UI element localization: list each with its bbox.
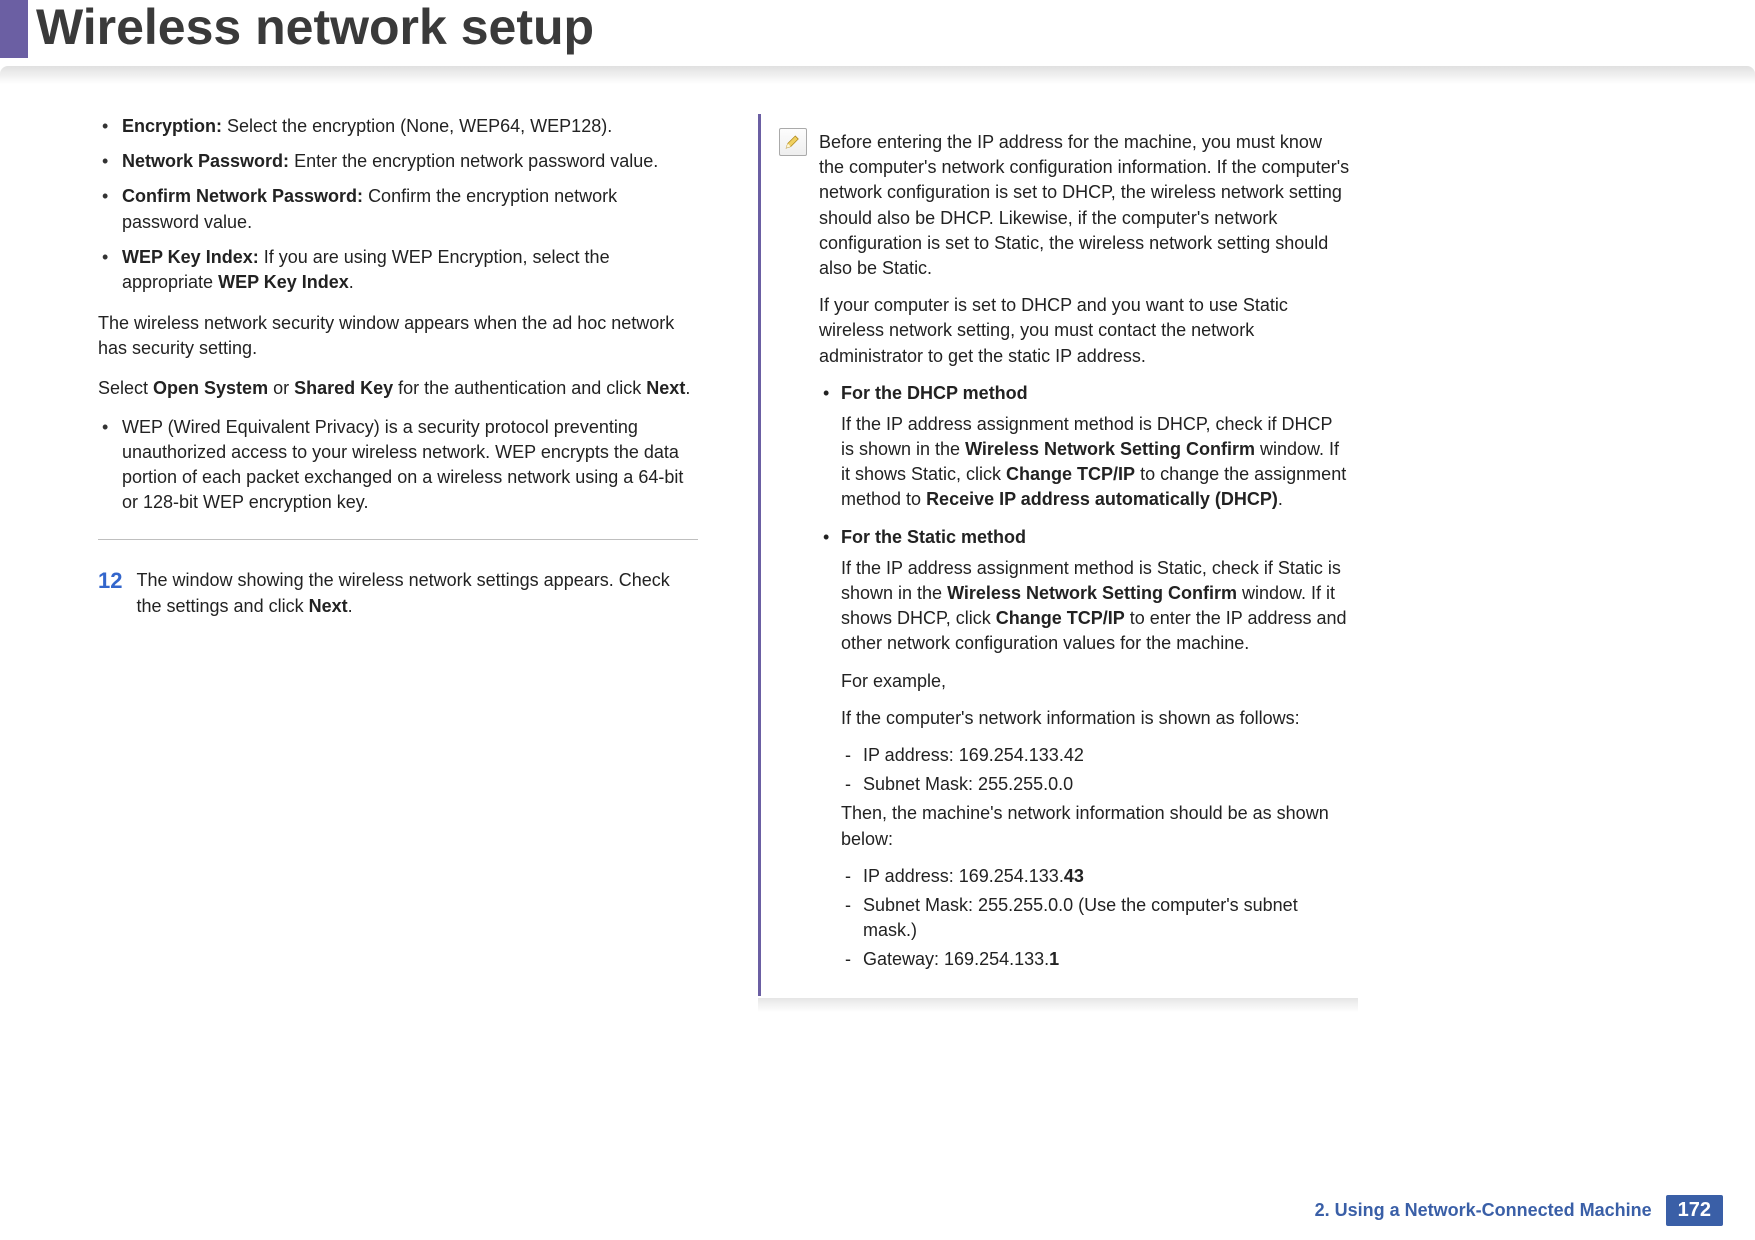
page-footer: 2. Using a Network-Connected Machine 172: [1315, 1195, 1723, 1226]
auth-select-paragraph: Select Open System or Shared Key for the…: [98, 376, 698, 401]
bold-next: Next: [646, 378, 685, 398]
computer-network-info: IP address: 169.254.133.42 Subnet Mask: …: [819, 743, 1350, 797]
bold-ip-last-octet: 43: [1064, 866, 1084, 886]
text: The window showing the wireless network …: [136, 570, 669, 615]
text: IP address: 169.254.133.: [863, 866, 1064, 886]
list-item: WEP (Wired Equivalent Privacy) is a secu…: [98, 415, 698, 516]
bold-open-system: Open System: [153, 378, 268, 398]
dhcp-method-title: For the DHCP method: [841, 383, 1028, 403]
wep-description-list: WEP (Wired Equivalent Privacy) is a secu…: [98, 415, 698, 516]
pencil-note-icon: [784, 133, 802, 151]
then-paragraph: Then, the machine's network information …: [819, 801, 1350, 851]
page-title: Wireless network setup: [36, 0, 594, 52]
bold-wns-confirm: Wireless Network Setting Confirm: [965, 439, 1255, 459]
section-divider: [98, 539, 698, 540]
page-header: Wireless network setup: [0, 0, 1755, 78]
option-bold-tail: WEP Key Index: [218, 272, 349, 292]
bold-next: Next: [309, 596, 348, 616]
static-method-text: If the IP address assignment method is S…: [819, 556, 1350, 657]
bold-change-tcpip: Change TCP/IP: [996, 608, 1125, 628]
option-label: WEP Key Index:: [122, 247, 259, 267]
footer-chapter-label: 2. Using a Network-Connected Machine: [1315, 1200, 1652, 1221]
bold-change-tcpip: Change TCP/IP: [1006, 464, 1135, 484]
step-text: The window showing the wireless network …: [136, 568, 698, 618]
list-item: Encryption: Select the encryption (None,…: [98, 114, 698, 139]
note-box-shadow: [758, 998, 1358, 1012]
footer-page-number: 172: [1666, 1195, 1723, 1226]
text: .: [685, 378, 690, 398]
bold-wns-confirm: Wireless Network Setting Confirm: [947, 583, 1237, 603]
option-text-post: .: [349, 272, 354, 292]
step-number: 12: [98, 568, 122, 618]
text: .: [1278, 489, 1283, 509]
list-item: Subnet Mask: 255.255.0.0: [841, 772, 1350, 797]
note-intro-1: Before entering the IP address for the m…: [819, 130, 1350, 281]
security-options-list: Encryption: Select the encryption (None,…: [98, 114, 698, 295]
option-label: Encryption:: [122, 116, 222, 136]
method-list: For the Static method: [819, 525, 1350, 550]
text: Gateway: 169.254.133.: [863, 949, 1049, 969]
list-item: Confirm Network Password: Confirm the en…: [98, 184, 698, 234]
text: or: [268, 378, 294, 398]
option-label: Confirm Network Password:: [122, 186, 363, 206]
list-item: IP address: 169.254.133.43: [841, 864, 1350, 889]
method-list: For the DHCP method: [819, 381, 1350, 406]
text: .: [348, 596, 353, 616]
example-label: For example,: [819, 669, 1350, 694]
note-icon: [779, 128, 807, 156]
static-method-title: For the Static method: [841, 527, 1026, 547]
example-intro: If the computer's network information is…: [819, 706, 1350, 731]
option-text: Select the encryption (None, WEP64, WEP1…: [227, 116, 612, 136]
list-item: Gateway: 169.254.133.1: [841, 947, 1350, 972]
security-window-paragraph: The wireless network security window app…: [98, 311, 698, 361]
option-text: Enter the encryption network password va…: [294, 151, 658, 171]
list-item: Network Password: Enter the encryption n…: [98, 149, 698, 174]
note-box: Before entering the IP address for the m…: [758, 114, 1358, 996]
list-item: Subnet Mask: 255.255.0.0 (Use the comput…: [841, 893, 1350, 943]
machine-network-info: IP address: 169.254.133.43 Subnet Mask: …: [819, 864, 1350, 973]
left-column: Encryption: Select the encryption (None,…: [98, 114, 698, 1012]
dhcp-method-text: If the IP address assignment method is D…: [819, 412, 1350, 513]
list-item: WEP Key Index: If you are using WEP Encr…: [98, 245, 698, 295]
right-column: Before entering the IP address for the m…: [758, 114, 1358, 1012]
list-item: For the Static method: [819, 525, 1350, 550]
text: for the authentication and click: [393, 378, 646, 398]
bold-gw-last-octet: 1: [1049, 949, 1059, 969]
content-columns: Encryption: Select the encryption (None,…: [0, 78, 1755, 1012]
note-intro-2: If your computer is set to DHCP and you …: [819, 293, 1350, 369]
step-12: 12 The window showing the wireless netwo…: [98, 568, 698, 618]
bold-shared-key: Shared Key: [294, 378, 393, 398]
list-item: For the DHCP method: [819, 381, 1350, 406]
bold-receive-ip-auto: Receive IP address automatically (DHCP): [926, 489, 1278, 509]
list-item: IP address: 169.254.133.42: [841, 743, 1350, 768]
header-shadow: [0, 66, 1755, 84]
option-label: Network Password:: [122, 151, 289, 171]
text: Select: [98, 378, 153, 398]
header-accent-bar: [0, 0, 28, 58]
